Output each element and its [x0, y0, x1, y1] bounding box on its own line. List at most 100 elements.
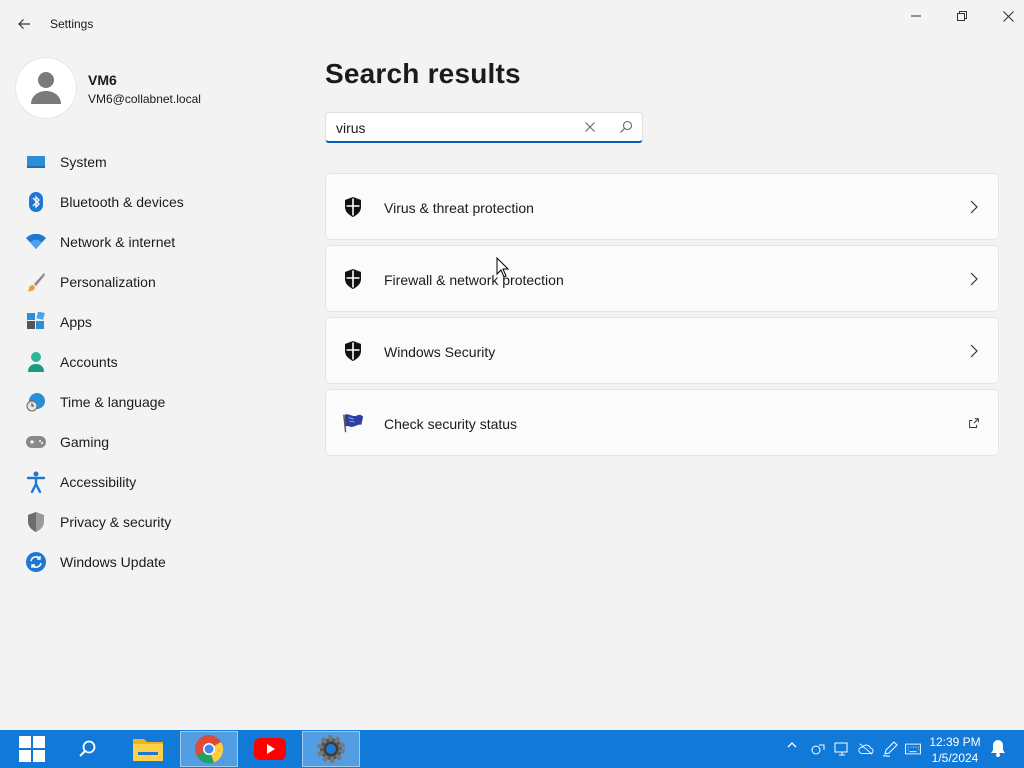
- tray-pen-icon[interactable]: [882, 741, 898, 757]
- start-button[interactable]: [8, 731, 56, 767]
- minimize-button[interactable]: [893, 0, 939, 32]
- gamepad-icon: [25, 431, 47, 453]
- mouse-cursor-icon: [496, 257, 510, 278]
- sidebar-item-apps[interactable]: Apps: [16, 302, 296, 342]
- title-bar: Settings: [0, 0, 1024, 48]
- sidebar-item-label: Personalization: [60, 274, 156, 290]
- taskbar-search-button[interactable]: [64, 731, 110, 767]
- sidebar-item-label: Windows Update: [60, 554, 166, 570]
- sidebar-item-label: Privacy & security: [60, 514, 172, 530]
- clear-icon: [585, 122, 595, 132]
- tray-keyboard-icon[interactable]: [905, 741, 921, 757]
- result-virus-threat-protection[interactable]: Virus & threat protection: [325, 173, 999, 240]
- clock-time: 12:39 PM: [929, 735, 981, 749]
- sidebar-item-network[interactable]: Network & internet: [16, 222, 296, 262]
- windows-logo-icon: [19, 736, 45, 762]
- brush-icon: [25, 271, 47, 293]
- chevron-right-icon: [970, 344, 978, 358]
- system-icon: [25, 151, 47, 173]
- user-name: VM6: [88, 72, 117, 88]
- close-icon: [1002, 10, 1014, 22]
- taskbar-youtube[interactable]: [245, 731, 295, 767]
- update-icon: [25, 551, 47, 573]
- taskbar-clock[interactable]: 12:39 PM 1/5/2024: [924, 734, 986, 766]
- flag-icon: [341, 411, 365, 435]
- wifi-icon: [25, 231, 47, 253]
- search-results-list: Virus & threat protection Firewall & net…: [325, 173, 999, 461]
- result-label: Check security status: [384, 416, 518, 432]
- avatar[interactable]: [16, 58, 76, 118]
- result-windows-security[interactable]: Windows Security: [325, 317, 999, 384]
- result-label: Firewall & network protection: [384, 272, 564, 288]
- page-title: Search results: [325, 58, 521, 89]
- shield-icon: [25, 511, 47, 533]
- search-icon: [79, 740, 96, 757]
- clear-search-button[interactable]: [582, 119, 598, 135]
- sidebar-item-label: Accessibility: [60, 474, 137, 490]
- tray-overflow-button[interactable]: [785, 737, 799, 753]
- youtube-icon: [254, 738, 286, 760]
- sidebar-item-label: Network & internet: [60, 234, 176, 250]
- sidebar-item-accessibility[interactable]: Accessibility: [16, 462, 296, 502]
- shield-icon: [341, 195, 365, 219]
- sidebar-nav: System Bluetooth & devices Network & int…: [16, 142, 296, 582]
- restore-button[interactable]: [939, 0, 985, 32]
- restore-icon: [957, 11, 967, 21]
- result-check-security-status[interactable]: Check security status: [325, 389, 999, 456]
- user-email: VM6@collabnet.local: [88, 92, 201, 106]
- sidebar-item-label: Accounts: [60, 354, 118, 370]
- gear-icon: [317, 735, 345, 763]
- shield-icon: [341, 267, 365, 291]
- sidebar-item-label: Time & language: [60, 394, 166, 410]
- result-label: Virus & threat protection: [384, 200, 534, 216]
- chrome-icon: [195, 735, 224, 764]
- tray-location-icon[interactable]: [810, 741, 826, 757]
- clock-date: 1/5/2024: [931, 751, 979, 765]
- taskbar-settings[interactable]: [302, 731, 360, 767]
- sidebar-item-label: Gaming: [60, 434, 110, 450]
- sidebar-item-privacy-security[interactable]: Privacy & security: [16, 502, 296, 542]
- search-button[interactable]: [618, 119, 634, 135]
- sidebar-item-label: Bluetooth & devices: [60, 194, 184, 210]
- sidebar-item-bluetooth[interactable]: Bluetooth & devices: [16, 182, 296, 222]
- cloud-offline-icon: [858, 743, 874, 755]
- sidebar-item-personalization[interactable]: Personalization: [16, 262, 296, 302]
- result-firewall-network-protection[interactable]: Firewall & network protection: [325, 245, 999, 312]
- taskbar-chrome[interactable]: [180, 731, 238, 767]
- chevron-up-icon: [787, 742, 797, 748]
- back-arrow-icon: [18, 19, 30, 29]
- minimize-icon: [911, 15, 921, 17]
- person-icon: [31, 72, 61, 104]
- app-title: Settings: [50, 17, 94, 31]
- sidebar-item-label: System: [60, 154, 107, 170]
- search-box: [325, 112, 643, 143]
- chevron-right-icon: [970, 272, 978, 286]
- back-button[interactable]: [8, 8, 40, 40]
- sidebar-item-time-language[interactable]: Time & language: [16, 382, 296, 422]
- external-link-icon: [969, 418, 979, 428]
- result-label: Windows Security: [384, 344, 496, 360]
- chevron-right-icon: [970, 200, 978, 214]
- keyboard-icon: [905, 743, 921, 755]
- sidebar-item-accounts[interactable]: Accounts: [16, 342, 296, 382]
- tray-network-icon[interactable]: [834, 741, 850, 757]
- location-icon: [811, 744, 825, 755]
- search-input[interactable]: [336, 119, 566, 137]
- network-icon: [834, 742, 848, 756]
- globe-clock-icon: [25, 391, 47, 413]
- accessibility-icon: [25, 471, 47, 493]
- folder-icon: [133, 739, 163, 761]
- close-button[interactable]: [985, 0, 1024, 32]
- bluetooth-icon: [25, 191, 47, 213]
- taskbar: 12:39 PM 1/5/2024: [0, 730, 1024, 768]
- sidebar-item-label: Apps: [60, 314, 92, 330]
- sidebar-item-windows-update[interactable]: Windows Update: [16, 542, 296, 582]
- taskbar-file-explorer[interactable]: [124, 731, 172, 767]
- pen-icon: [882, 741, 898, 757]
- tray-onedrive-icon[interactable]: [858, 741, 874, 757]
- shield-icon: [341, 339, 365, 363]
- sidebar-item-system[interactable]: System: [16, 142, 296, 182]
- bell-icon: [991, 740, 1005, 757]
- notifications-button[interactable]: [990, 740, 1006, 757]
- sidebar-item-gaming[interactable]: Gaming: [16, 422, 296, 462]
